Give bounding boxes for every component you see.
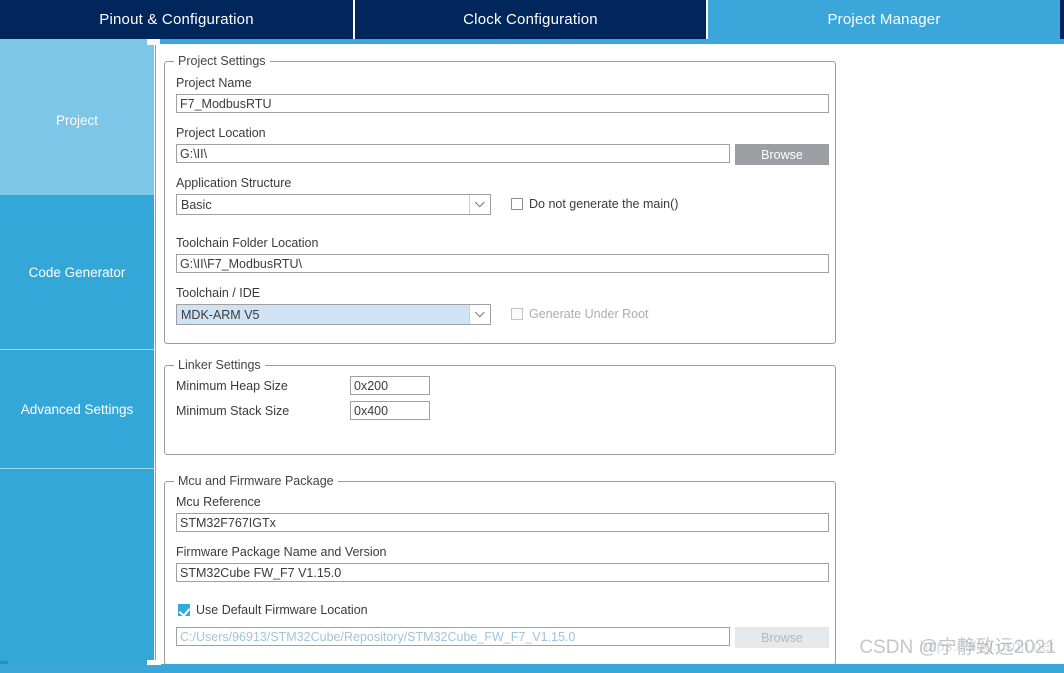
bottom-accent-bar — [0, 660, 1064, 673]
project-location-input[interactable] — [176, 144, 730, 163]
sidebar-item-advanced-settings[interactable]: Advanced Settings — [0, 350, 154, 469]
tab-pinout-configuration-label: Pinout & Configuration — [99, 11, 254, 28]
sidebar-item-advanced-settings-label: Advanced Settings — [20, 401, 134, 417]
project-settings-pane: Project Settings Project Name Project Lo… — [155, 45, 1064, 665]
generate-under-root-checkbox-row: Generate Under Root — [511, 307, 649, 321]
tab-pinout-configuration[interactable]: Pinout & Configuration — [0, 0, 355, 39]
linker-settings-group: Linker Settings Minimum Heap Size Minimu… — [164, 358, 836, 455]
use-default-firmware-location-checkbox-row[interactable]: Use Default Firmware Location — [178, 603, 368, 617]
firmware-package-input[interactable] — [176, 563, 829, 582]
mcu-firmware-package-legend: Mcu and Firmware Package — [174, 474, 338, 488]
firmware-location-input — [176, 627, 730, 646]
project-name-input[interactable] — [176, 94, 829, 113]
application-structure-value: Basic — [181, 197, 212, 212]
project-manager-sidebar: Project Code Generator Advanced Settings — [0, 45, 154, 665]
tab-project-manager[interactable]: Project Manager — [708, 0, 1060, 39]
do-not-generate-main-checkbox-row[interactable]: Do not generate the main() — [511, 197, 678, 211]
mcu-reference-input[interactable] — [176, 513, 829, 532]
project-name-label: Project Name — [176, 76, 252, 90]
stm32cubemx-window: Pinout & Configuration Clock Configurati… — [0, 0, 1064, 673]
sidebar-item-empty[interactable] — [0, 469, 154, 663]
minimum-heap-size-label: Minimum Heap Size — [176, 379, 288, 393]
tab-clock-configuration[interactable]: Clock Configuration — [355, 0, 708, 39]
toolchain-ide-select[interactable]: MDK-ARM V5 — [176, 304, 491, 325]
mcu-reference-label: Mcu Reference — [176, 495, 261, 509]
minimum-heap-size-input[interactable] — [350, 376, 430, 395]
tabbar-underline-right — [160, 39, 1064, 44]
sidebar-item-code-generator-label: Code Generator — [28, 264, 126, 280]
minimum-stack-size-input[interactable] — [350, 401, 430, 420]
tab-project-manager-label: Project Manager — [827, 11, 941, 28]
bottom-accent-gap — [147, 660, 161, 665]
main-tabbar: Pinout & Configuration Clock Configurati… — [0, 0, 1064, 39]
sidebar-item-project-label: Project — [55, 112, 99, 128]
use-default-firmware-location-checkbox[interactable] — [178, 604, 190, 616]
do-not-generate-main-checkbox[interactable] — [511, 198, 523, 210]
mcu-firmware-package-group: Mcu and Firmware Package Mcu Reference F… — [164, 474, 836, 665]
sidebar-item-code-generator[interactable]: Code Generator — [0, 195, 154, 350]
toolchain-folder-location-input[interactable] — [176, 254, 829, 273]
tab-clock-configuration-label: Clock Configuration — [463, 11, 598, 28]
minimum-stack-size-label: Minimum Stack Size — [176, 404, 290, 418]
generate-under-root-label: Generate Under Root — [529, 307, 649, 321]
project-location-label: Project Location — [176, 126, 266, 140]
project-location-browse-button[interactable]: Browse — [735, 144, 829, 165]
application-structure-select[interactable]: Basic — [176, 194, 491, 215]
chevron-down-icon — [469, 305, 490, 324]
toolchain-ide-label: Toolchain / IDE — [176, 286, 261, 300]
use-default-firmware-location-label: Use Default Firmware Location — [196, 603, 368, 617]
firmware-location-browse-button: Browse — [735, 627, 829, 648]
tabbar-filler — [1060, 0, 1064, 39]
toolchain-ide-value: MDK-ARM V5 — [181, 307, 260, 322]
project-settings-legend: Project Settings — [174, 54, 270, 68]
application-structure-label: Application Structure — [176, 176, 292, 190]
toolchain-folder-location-label: Toolchain Folder Location — [176, 236, 319, 250]
sidebar-item-project[interactable]: Project — [0, 45, 154, 195]
project-settings-group: Project Settings Project Name Project Lo… — [164, 54, 836, 344]
chevron-down-icon — [469, 195, 490, 214]
generate-under-root-checkbox — [511, 308, 523, 320]
do-not-generate-main-label: Do not generate the main() — [529, 197, 679, 211]
linker-settings-legend: Linker Settings — [174, 358, 265, 372]
firmware-package-label: Firmware Package Name and Version — [176, 545, 387, 559]
